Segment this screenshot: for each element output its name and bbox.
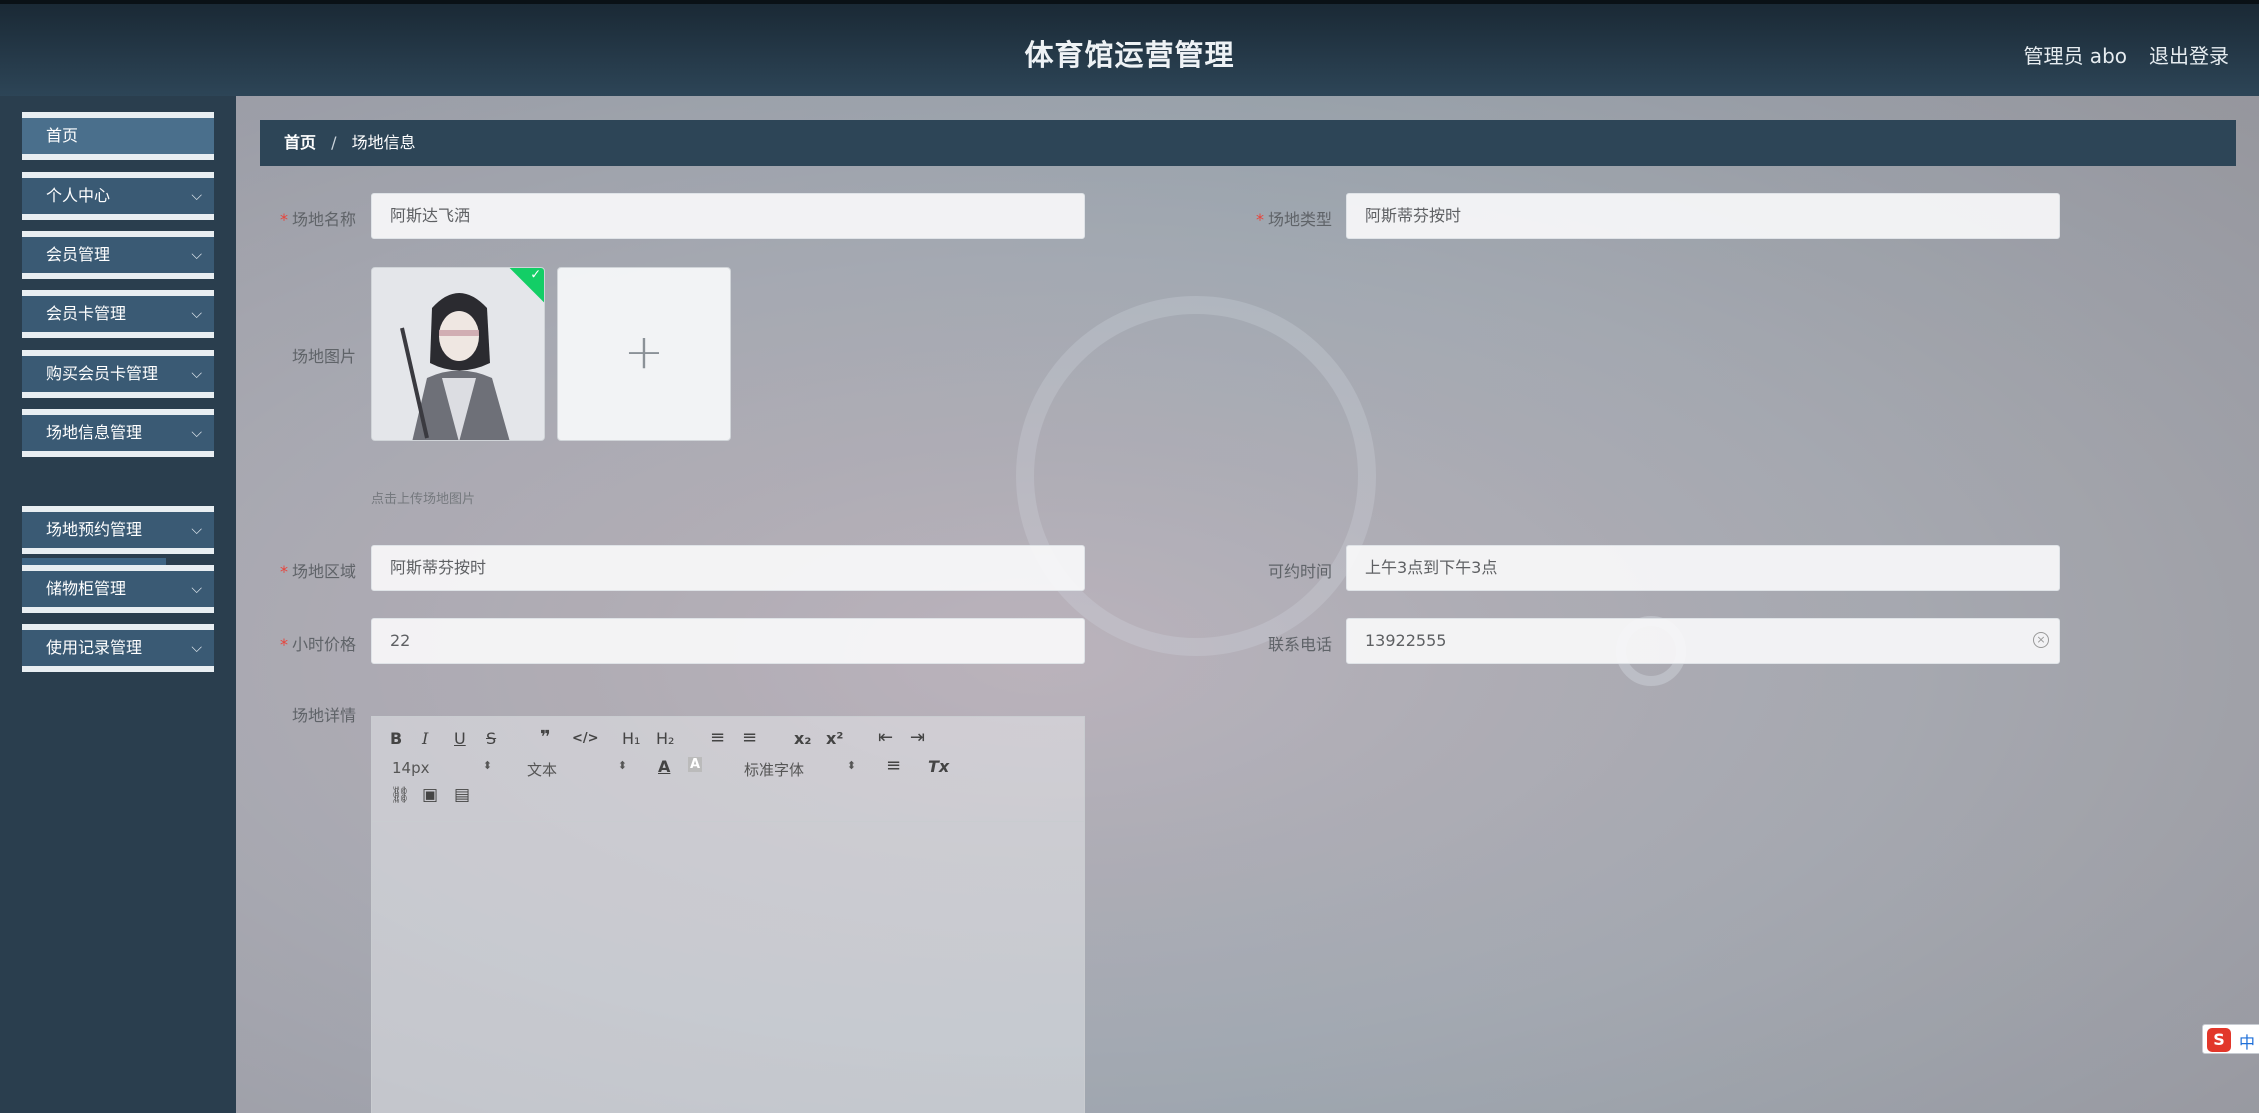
blockquote-icon[interactable]: ❞ — [540, 727, 551, 748]
heading2-icon[interactable]: H₂ — [656, 729, 674, 748]
ime-toolbar: S 中 ☽ °, ⌨ ☺ 👕 🔧 — [2202, 1024, 2259, 1054]
select-arrow-icon: ⬍ — [617, 759, 627, 772]
background-color-icon[interactable]: A — [688, 757, 703, 772]
rich-text-editor: B I U S ❞ </> H₁ H₂ ≡ ≡ x₂ x² ⇤ ⇥ 14px ⬍ … — [371, 716, 1085, 1113]
sidebar: 首页 个人中心 ⌵ 会员管理 ⌵ 会员卡管理 ⌵ 购买会员卡管理 ⌵ 场地信息管… — [0, 96, 236, 1113]
sidebar-item-label: 首页 — [46, 126, 79, 145]
current-user: 管理员 abo — [2023, 44, 2127, 68]
sidebar-item-card-purchases[interactable]: 购买会员卡管理 ⌵ — [22, 350, 214, 398]
sidebar-item-label: 会员卡管理 — [46, 304, 127, 323]
chevron-down-icon: ⌵ — [191, 306, 202, 322]
chevron-down-icon: ⌵ — [191, 425, 202, 441]
venue-detail-label: 场地详情 — [291, 706, 356, 725]
sogou-logo-icon[interactable]: S — [2207, 1028, 2231, 1052]
contact-phone-label: 联系电话 — [1267, 635, 1332, 654]
chevron-down-icon: ⌵ — [191, 581, 202, 597]
available-time-label: 可约时间 — [1267, 562, 1332, 581]
sidebar-item-label: 场地预约管理 — [46, 520, 143, 539]
sidebar-item-label: 场地信息管理 — [46, 423, 143, 442]
venue-type-label: * 场地类型 — [1255, 210, 1332, 229]
indent-icon[interactable]: ⇥ — [910, 727, 925, 748]
font-size-select[interactable]: 14px ⬍ — [392, 759, 492, 779]
sidebar-item-usage-records[interactable]: 使用记录管理 ⌵ — [22, 624, 214, 672]
venue-name-label: * 场地名称 — [279, 210, 356, 229]
chevron-down-icon: ⌵ — [191, 522, 202, 538]
logout-link[interactable]: 退出登录 — [2149, 40, 2229, 69]
chinese-mode-icon[interactable]: 中 — [2239, 1029, 2255, 1053]
breadcrumb: 首页 / 场地信息 — [260, 120, 2236, 166]
venue-type-input[interactable]: 阿斯蒂芬按时 — [1346, 193, 2060, 239]
sidebar-item-home[interactable]: 首页 — [22, 112, 214, 160]
image-icon[interactable]: ▣ — [422, 785, 438, 805]
code-icon[interactable]: </> — [572, 731, 599, 746]
sidebar-item-venues[interactable]: 场地信息管理 ⌵ — [22, 409, 214, 457]
uploaded-image-thumbnail[interactable]: ✓ — [371, 267, 545, 441]
sidebar-item-label: 购买会员卡管理 — [46, 364, 159, 383]
superscript-icon[interactable]: x² — [826, 729, 843, 748]
breadcrumb-current: 场地信息 — [351, 133, 416, 152]
chevron-down-icon: ⌵ — [191, 640, 202, 656]
select-arrow-icon: ⬍ — [482, 759, 492, 772]
header-select[interactable]: 文本 ⬍ — [527, 759, 627, 779]
sidebar-item-members[interactable]: 会员管理 ⌵ — [22, 231, 214, 279]
heading1-icon[interactable]: H₁ — [622, 729, 640, 748]
breadcrumb-home[interactable]: 首页 — [284, 133, 316, 152]
check-icon: ✓ — [530, 267, 542, 283]
clear-format-icon[interactable]: Tx — [928, 757, 949, 776]
header-value: 文本 — [527, 761, 558, 779]
text-color-icon[interactable]: A — [658, 757, 670, 776]
font-family-select[interactable]: 标准字体 ⬍ — [744, 759, 856, 779]
sidebar-item-label: 储物柜管理 — [46, 579, 127, 598]
portrait-image — [372, 268, 544, 440]
ordered-list-icon[interactable]: ≡ — [710, 727, 725, 748]
venue-name-input[interactable]: 阿斯达飞洒 — [371, 193, 1085, 239]
venue-area-label: * 场地区域 — [279, 562, 356, 581]
italic-icon[interactable]: I — [422, 729, 428, 748]
venue-image-label: 场地图片 — [291, 347, 356, 366]
video-icon[interactable]: ▤ — [454, 785, 470, 805]
sidebar-item-lockers[interactable]: 储物柜管理 ⌵ — [22, 565, 214, 613]
font-size-value: 14px — [392, 759, 430, 777]
font-family-value: 标准字体 — [744, 761, 805, 779]
chevron-down-icon: ⌵ — [191, 188, 202, 204]
contact-phone-value: 13922555 — [1365, 631, 1447, 650]
venue-area-input[interactable]: 阿斯蒂芬按时 — [371, 545, 1085, 591]
top-header: 体育馆运营管理 管理员 abo 退出登录 — [0, 0, 2259, 96]
contact-phone-input[interactable]: 13922555 × — [1346, 618, 2060, 664]
sidebar-item-label: 使用记录管理 — [46, 638, 143, 657]
hourly-price-input[interactable]: 22 — [371, 618, 1085, 664]
sidebar-item-label: 会员管理 — [46, 245, 111, 264]
bullet-list-icon[interactable]: ≡ — [742, 727, 757, 748]
underline-icon[interactable]: U — [454, 729, 466, 748]
select-arrow-icon: ⬍ — [846, 759, 856, 772]
available-time-input[interactable]: 上午3点到下午3点 — [1346, 545, 2060, 591]
app-title: 体育馆运营管理 — [1024, 38, 1235, 72]
outdent-icon[interactable]: ⇤ — [878, 727, 893, 748]
sidebar-item-reservations[interactable]: 场地预约管理 ⌵ — [22, 506, 214, 554]
sidebar-item-label: 个人中心 — [46, 186, 111, 205]
hourly-price-label: * 小时价格 — [279, 635, 356, 654]
main-content: 首页 / 场地信息 * 场地名称 阿斯达飞洒 * 场地类型 阿斯蒂芬按时 场地图片 … — [236, 96, 2259, 1113]
link-icon[interactable]: ⛓ — [390, 785, 410, 804]
breadcrumb-separator: / — [331, 133, 337, 152]
chevron-down-icon: ⌵ — [191, 366, 202, 382]
strikethrough-icon[interactable]: S — [486, 729, 496, 748]
sidebar-item-profile[interactable]: 个人中心 ⌵ — [22, 172, 214, 220]
bold-icon[interactable]: B — [390, 729, 402, 748]
add-image-button[interactable]: + — [557, 267, 731, 441]
align-icon[interactable]: ≡ — [886, 755, 901, 776]
plus-icon: + — [623, 324, 665, 380]
chevron-down-icon: ⌵ — [191, 247, 202, 263]
editor-toolbar: B I U S ❞ </> H₁ H₂ ≡ ≡ x₂ x² ⇤ ⇥ 14px ⬍ … — [372, 717, 1084, 822]
sidebar-item-member-cards[interactable]: 会员卡管理 ⌵ — [22, 290, 214, 338]
upload-tip: 点击上传场地图片 — [371, 492, 476, 507]
subscript-icon[interactable]: x₂ — [794, 729, 811, 748]
clear-icon[interactable]: × — [2033, 632, 2049, 648]
